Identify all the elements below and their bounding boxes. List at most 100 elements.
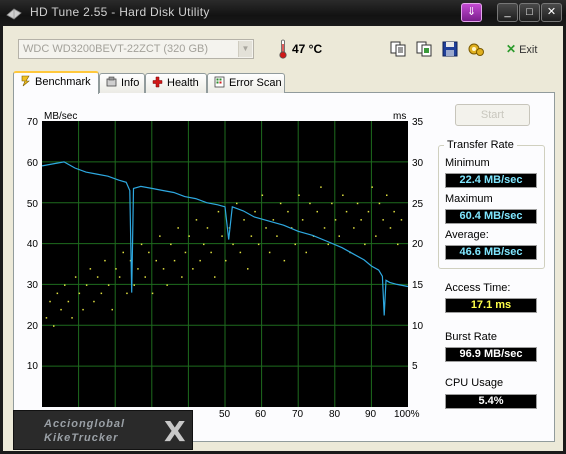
y2-tick: 25 [412, 199, 424, 210]
access-time-point [232, 243, 234, 246]
maximum-label: Maximum [445, 193, 493, 205]
access-time-point [265, 227, 267, 229]
access-time-point [268, 251, 271, 254]
access-time-point [338, 235, 340, 237]
access-time-point [261, 194, 264, 196]
tab-label: Benchmark [35, 76, 91, 88]
watermark-mark: X [164, 415, 186, 448]
access-time-point [93, 300, 95, 303]
access-time-point [397, 243, 399, 246]
access-time-point [276, 235, 278, 237]
access-time-point [148, 251, 150, 254]
access-time-point [82, 308, 84, 311]
access-time-point [155, 259, 157, 262]
y-tick: 40 [26, 239, 38, 250]
access-time-point [393, 210, 395, 213]
tab-health[interactable]: Health [145, 73, 207, 93]
access-time-point [225, 259, 227, 262]
access-time-point [236, 202, 238, 205]
access-time-point [100, 292, 103, 295]
y2-tick: 30 [412, 158, 424, 169]
access-time-point [195, 219, 198, 221]
access-time-point [64, 284, 66, 286]
y2-tick: 35 [412, 117, 424, 128]
drive-select[interactable]: WDC WD3200BEVT-22ZCT (320 GB) ▼ [18, 39, 254, 59]
access-time-point [89, 268, 92, 270]
y-tick: 50 [26, 199, 38, 210]
access-time-point [184, 251, 187, 254]
minimum-label: Minimum [445, 157, 490, 169]
exit-button[interactable]: ✕ Exit [506, 42, 537, 56]
access-time-point [305, 251, 307, 254]
access-time-point [316, 210, 318, 213]
tab-benchmark[interactable]: Benchmark [13, 71, 99, 94]
y-tick: 60 [26, 158, 38, 169]
x-tick: 100% [394, 409, 420, 420]
copy-image-icon[interactable] [415, 40, 433, 58]
access-time-point [217, 210, 220, 213]
access-time-point [104, 259, 106, 262]
save-icon[interactable] [441, 40, 459, 58]
options-icon[interactable] [467, 40, 485, 58]
y2-tick: 5 [412, 361, 418, 372]
access-time-point [151, 292, 154, 295]
minimize-button[interactable]: _ [497, 3, 518, 22]
access-time-point [327, 243, 329, 246]
y2-tick: 15 [412, 280, 424, 291]
tab-error-scan[interactable]: Error Scan [207, 73, 285, 93]
access-time-point [96, 276, 99, 278]
access-time-point [298, 194, 300, 196]
access-time-point [199, 259, 201, 262]
access-time-point [353, 227, 355, 229]
thermometer-icon [279, 39, 287, 59]
start-button[interactable]: Start [455, 104, 530, 126]
error-scan-icon [214, 76, 225, 88]
benchmark-chart [42, 121, 408, 407]
chevron-down-icon[interactable]: ▼ [238, 41, 252, 57]
watermark-line: Accionglobal [44, 418, 126, 430]
tab-info[interactable]: Info [99, 73, 145, 93]
app-icon [6, 8, 22, 20]
access-time-point [45, 317, 48, 319]
copy-text-icon[interactable] [389, 40, 407, 58]
close-button[interactable]: ✕ [541, 3, 562, 22]
access-time-point [334, 219, 337, 221]
watermark-text: Accionglobal KikeTrucker [44, 417, 125, 445]
download-arrow-icon: ⇓ [466, 6, 477, 18]
special-download-button[interactable]: ⇓ [461, 3, 482, 22]
access-time-point [323, 227, 326, 229]
title-bar: HD Tune 2.55 - Hard Disk Utility ⇓ _ □ ✕ [0, 0, 566, 26]
access-time-point [111, 308, 113, 311]
x-tick: 80 [329, 409, 341, 420]
x-tick: 60 [255, 409, 267, 420]
tab-label: Health [167, 77, 199, 89]
maximize-button[interactable]: □ [519, 3, 540, 22]
access-time-point [166, 284, 168, 286]
access-time-point [356, 202, 359, 205]
transfer-rate-title: Transfer Rate [444, 139, 517, 151]
benchmark-icon [21, 75, 30, 87]
access-time-point [371, 186, 373, 188]
access-time-point [78, 292, 81, 295]
watermark-logo: Accionglobal KikeTrucker X [13, 410, 193, 450]
access-time-point [60, 308, 62, 311]
window-title: HD Tune 2.55 - Hard Disk Utility [30, 5, 210, 19]
access-time-series [45, 186, 403, 327]
access-time-point [133, 284, 135, 286]
access-time-point [53, 325, 55, 327]
maximum-value: 60.4 MB/sec [445, 209, 537, 224]
access-time-point [74, 276, 77, 278]
start-label: Start [480, 109, 505, 121]
y-tick: 70 [26, 117, 38, 128]
minimum-value: 22.4 MB/sec [445, 173, 537, 188]
cpu-usage-label: CPU Usage [445, 377, 504, 389]
burst-rate-value: 96.9 MB/sec [445, 347, 537, 362]
access-time-point [294, 243, 296, 246]
access-time-point [239, 251, 242, 254]
access-time-point [140, 243, 143, 246]
y-tick: 20 [26, 321, 38, 332]
access-time-point [309, 202, 311, 205]
access-time-point [364, 243, 366, 246]
access-time-point [170, 243, 172, 246]
access-time-point [400, 219, 403, 221]
